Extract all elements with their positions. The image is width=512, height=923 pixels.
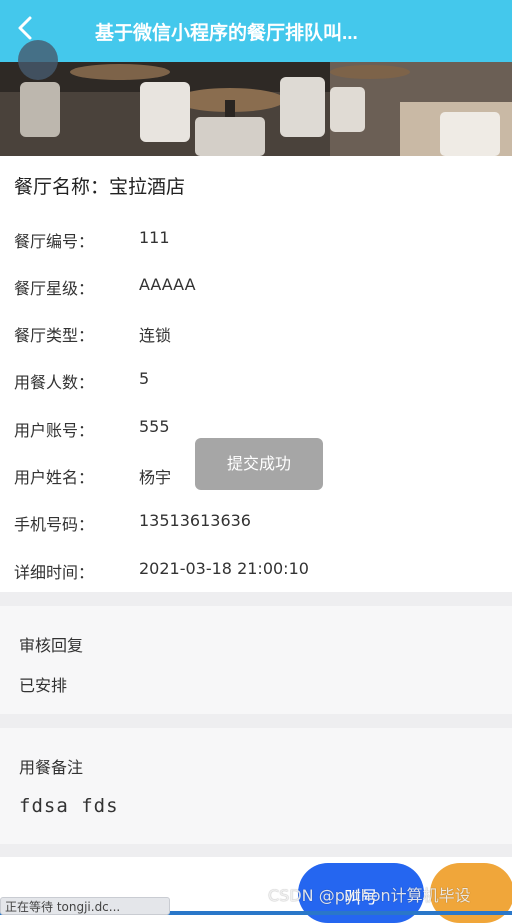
restaurant-name: 餐厅名称：宝拉酒店	[14, 172, 185, 199]
restaurant-name-value: 宝拉酒店	[109, 176, 186, 198]
field-label: 用户姓名：	[14, 468, 95, 487]
review-card: 审核回复 已安排	[0, 606, 512, 714]
field-value: 5	[139, 369, 150, 388]
field-label: 餐厅星级：	[14, 279, 95, 298]
field-value: 连锁	[139, 326, 172, 345]
remark-value: fdsa fds	[19, 795, 119, 817]
field-label: 餐厅类型：	[14, 326, 95, 345]
field-row-account: 用户账号： 555	[14, 417, 170, 441]
review-label: 审核回复	[19, 636, 84, 655]
restaurant-banner-image	[0, 62, 512, 156]
field-value: 13513613636	[139, 511, 251, 530]
field-value: AAAAA	[139, 275, 196, 294]
field-label: 详细时间：	[14, 563, 95, 582]
field-label: 餐厅编号：	[14, 232, 95, 251]
field-row-time: 详细时间： 2021-03-18 21:00:10	[14, 559, 309, 583]
field-label: 用餐人数：	[14, 373, 95, 392]
field-value: 111	[139, 228, 170, 247]
field-value: 555	[139, 417, 170, 436]
field-value: 2021-03-18 21:00:10	[139, 559, 309, 578]
success-toast: 提交成功	[195, 438, 323, 490]
floating-action-dot[interactable]	[18, 40, 58, 80]
field-row-user-name: 用户姓名： 杨宇	[14, 464, 171, 488]
field-row-id: 餐厅编号： 111	[14, 228, 170, 252]
field-row-party-size: 用餐人数： 5	[14, 369, 149, 393]
remark-card: 用餐备注 fdsa fds	[0, 728, 512, 844]
remark-label: 用餐备注	[19, 758, 84, 777]
watermark: CSDN @python计算机毕设	[268, 886, 471, 905]
field-label: 手机号码：	[14, 515, 95, 534]
section-divider	[0, 592, 512, 606]
review-value: 已安排	[19, 676, 68, 695]
field-value: 杨宇	[139, 468, 172, 487]
field-label: 用户账号：	[14, 421, 95, 440]
browser-status-bar: 正在等待 tongji.dc...	[0, 897, 170, 915]
field-row-phone: 手机号码： 13513613636	[14, 511, 251, 535]
section-divider	[0, 844, 512, 857]
field-row-rating: 餐厅星级： AAAAA	[14, 275, 196, 299]
app-header: 基于微信小程序的餐厅排队叫...	[0, 0, 512, 62]
page-title: 基于微信小程序的餐厅排队叫...	[95, 23, 358, 44]
field-row-type: 餐厅类型： 连锁	[14, 322, 171, 346]
section-divider	[0, 714, 512, 728]
restaurant-name-label: 餐厅名称：	[14, 176, 110, 198]
